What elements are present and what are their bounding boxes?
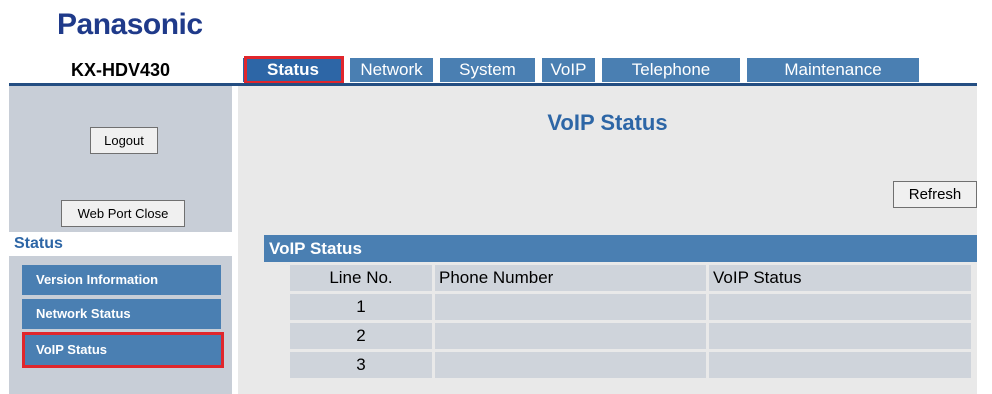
voip-status-cell	[709, 323, 971, 349]
col-phone-number: Phone Number	[435, 265, 706, 291]
tab-network[interactable]: Network	[350, 58, 433, 82]
line-number-cell: 1	[290, 294, 432, 320]
sidebar-item-voip-status[interactable]: VoIP Status	[22, 335, 221, 365]
sidebar-item-network-status[interactable]: Network Status	[22, 299, 221, 329]
voip-status-cell	[709, 294, 971, 320]
sidebar-item-version-information[interactable]: Version Information	[22, 265, 221, 295]
panasonic-logo: Panasonic	[57, 8, 203, 41]
tab-voip[interactable]: VoIP	[542, 58, 595, 82]
phone-number-cell	[435, 352, 706, 378]
tab-status[interactable]: Status	[243, 58, 343, 82]
refresh-button[interactable]: Refresh	[893, 181, 977, 208]
table-row: 2	[290, 323, 971, 349]
voip-status-cell	[709, 352, 971, 378]
top-nav: Status Network System VoIP Telephone Mai…	[243, 58, 977, 82]
tab-system[interactable]: System	[440, 58, 535, 82]
voip-status-table: Line No. Phone Number VoIP Status 1 2 3	[287, 262, 974, 381]
table-row: 3	[290, 352, 971, 378]
device-model: KX-HDV430	[70, 60, 171, 80]
sidebar-heading-status: Status	[9, 232, 232, 256]
col-line-no: Line No.	[290, 265, 432, 291]
col-voip-status: VoIP Status	[709, 265, 971, 291]
line-number-cell: 2	[290, 323, 432, 349]
web-port-close-button[interactable]: Web Port Close	[61, 200, 185, 227]
tab-telephone[interactable]: Telephone	[602, 58, 740, 82]
table-header-row: Line No. Phone Number VoIP Status	[290, 265, 971, 291]
logout-button[interactable]: Logout	[90, 127, 158, 154]
phone-number-cell	[435, 294, 706, 320]
page-title: VoIP Status	[547, 110, 668, 135]
section-heading: VoIP Status	[264, 235, 977, 262]
line-number-cell: 3	[290, 352, 432, 378]
table-row: 1	[290, 294, 971, 320]
phone-number-cell	[435, 323, 706, 349]
tab-maintenance[interactable]: Maintenance	[747, 58, 919, 82]
